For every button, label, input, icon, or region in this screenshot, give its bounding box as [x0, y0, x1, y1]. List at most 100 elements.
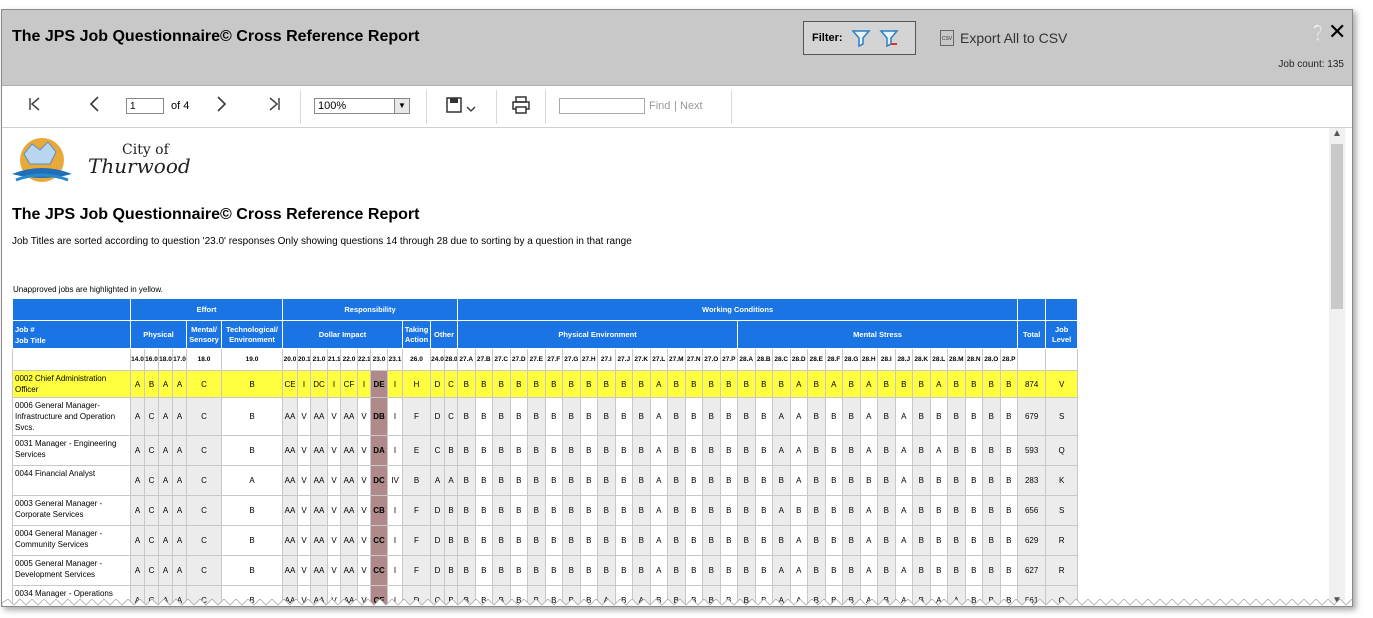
scroll-up-icon[interactable]: ▲: [1332, 128, 1342, 139]
response-cell: C: [144, 397, 159, 436]
question-number: 19.0: [221, 348, 283, 371]
next-link[interactable]: Next: [680, 100, 703, 112]
zoom-select[interactable]: 100% ▼: [314, 98, 410, 114]
question-number: 28.K: [912, 348, 931, 371]
response-cell: B: [947, 555, 966, 586]
find-input[interactable]: [559, 98, 645, 114]
first-page-icon[interactable]: [28, 96, 42, 115]
find-separator: |: [674, 100, 677, 112]
response-cell: B: [807, 465, 826, 496]
response-cell: B: [474, 397, 494, 436]
last-page-icon[interactable]: [267, 96, 281, 115]
export-csv-button[interactable]: CSV Export All to CSV: [940, 30, 1067, 46]
save-icon[interactable]: [446, 96, 476, 119]
response-cell: B: [824, 525, 844, 556]
response-cell: B: [964, 435, 984, 466]
response-cell: B: [492, 495, 511, 526]
job-title-cell[interactable]: 0002 Chief Administration Officer: [12, 370, 131, 398]
response-cell: A: [859, 435, 879, 466]
response-cell: B: [474, 435, 494, 466]
response-cell: A: [130, 495, 145, 526]
chevron-down-icon[interactable]: ▼: [394, 99, 409, 113]
response-cell: C: [186, 495, 222, 526]
question-number: 27.P: [719, 348, 739, 371]
response-cell: B: [544, 525, 564, 556]
job-title-cell[interactable]: 0005 General Manager - Development Servi…: [12, 555, 131, 586]
question-number: 28.J: [894, 348, 914, 371]
page-number-input[interactable]: [126, 98, 164, 114]
response-cell: A: [772, 495, 791, 526]
response-cell: A: [130, 525, 145, 556]
response-cell: B: [684, 397, 704, 436]
table-row[interactable]: 0031 Manager - Engineering Services A C A A C…: [12, 435, 1079, 466]
find-link[interactable]: Find: [649, 100, 670, 112]
response-cell: B: [562, 555, 581, 586]
table-row[interactable]: 0004 General Manager - Community Service…: [12, 525, 1079, 556]
response-cell: B: [894, 370, 914, 398]
response-cell: B: [544, 397, 564, 436]
response-cell: B: [509, 495, 529, 526]
clear-filter-icon[interactable]: [878, 28, 899, 48]
subgroup-other: Other: [429, 320, 459, 349]
question-number: 17.0: [172, 348, 187, 371]
response-cell: B: [754, 495, 774, 526]
job-title-cell[interactable]: 0031 Manager - Engineering Services: [12, 435, 131, 466]
table-row[interactable]: 0005 General Manager - Development Servi…: [12, 555, 1079, 586]
response-cell: AA: [282, 397, 298, 436]
print-icon[interactable]: [511, 95, 531, 118]
filter-box: Filter:: [803, 21, 916, 55]
job-title-cell[interactable]: 0003 General Manager - Corporate Service…: [12, 495, 131, 526]
vertical-scrollbar[interactable]: ▲ ▼: [1329, 128, 1345, 606]
group-effort: Effort: [130, 298, 283, 321]
table-row[interactable]: 0044 Financial Analyst A C A A C A AA V AA V AA V DC I…: [12, 465, 1079, 496]
job-title-cell[interactable]: 0044 Financial Analyst: [12, 465, 131, 496]
scroll-thumb[interactable]: [1331, 144, 1343, 309]
prev-page-icon[interactable]: [88, 95, 100, 116]
response-cell: B: [509, 465, 529, 496]
table-row[interactable]: 0003 General Manager - Corporate Service…: [12, 495, 1079, 526]
response-cell: B: [457, 525, 476, 556]
response-cell: B: [964, 397, 984, 436]
question-number: 16.0: [144, 348, 159, 371]
job-level-cell: S: [1045, 495, 1079, 526]
response-cell: B: [544, 370, 564, 398]
response-cell: F: [402, 397, 431, 436]
question-number: 27.J: [614, 348, 634, 371]
response-cell: B: [579, 435, 599, 466]
table-row[interactable]: 0006 General Manager- Infrastructure and…: [12, 397, 1079, 436]
response-cell: B: [772, 525, 791, 556]
close-icon[interactable]: ✕: [1328, 19, 1346, 45]
response-cell: B: [402, 465, 431, 496]
subgroup-dollar-impact: Dollar Impact: [282, 320, 403, 349]
response-cell: B: [527, 465, 546, 496]
question-number: 27.G: [562, 348, 581, 371]
subgroup-taking-action: Taking Action: [402, 320, 431, 349]
response-cell: CE: [282, 370, 298, 398]
response-cell: V: [297, 397, 311, 436]
job-title-header: Job # Job Title: [12, 320, 131, 349]
table-row[interactable]: 0002 Chief Administration Officer A B A A C B C…: [12, 370, 1079, 398]
response-cell: AA: [340, 555, 358, 586]
response-cell: A: [789, 397, 809, 436]
response-cell: B: [807, 397, 826, 436]
response-cell: A: [789, 435, 809, 466]
filter-label: Filter:: [812, 32, 843, 44]
next-page-icon[interactable]: [216, 95, 228, 116]
job-title-cell[interactable]: 0004 General Manager - Community Service…: [12, 525, 131, 556]
response-cell: B: [999, 555, 1019, 586]
help-icon[interactable]: ❔: [1309, 24, 1328, 42]
subgroup-physical-environment: Physical Environment: [457, 320, 739, 349]
total-cell: 593: [1017, 435, 1047, 466]
response-cell: A: [649, 397, 669, 436]
response-cell: B: [964, 555, 984, 586]
toolbar-divider: [300, 90, 301, 124]
response-cell: CC: [370, 555, 388, 586]
response-cell: A: [172, 435, 187, 466]
job-title-cell[interactable]: 0006 General Manager- Infrastructure and…: [12, 397, 131, 436]
question-number: 22.1: [357, 348, 371, 371]
response-cell: A: [221, 465, 283, 496]
response-cell: A: [443, 465, 459, 496]
torn-edge: [2, 599, 1352, 606]
question-number: 18.0: [158, 348, 173, 371]
filter-icon[interactable]: [850, 28, 871, 48]
